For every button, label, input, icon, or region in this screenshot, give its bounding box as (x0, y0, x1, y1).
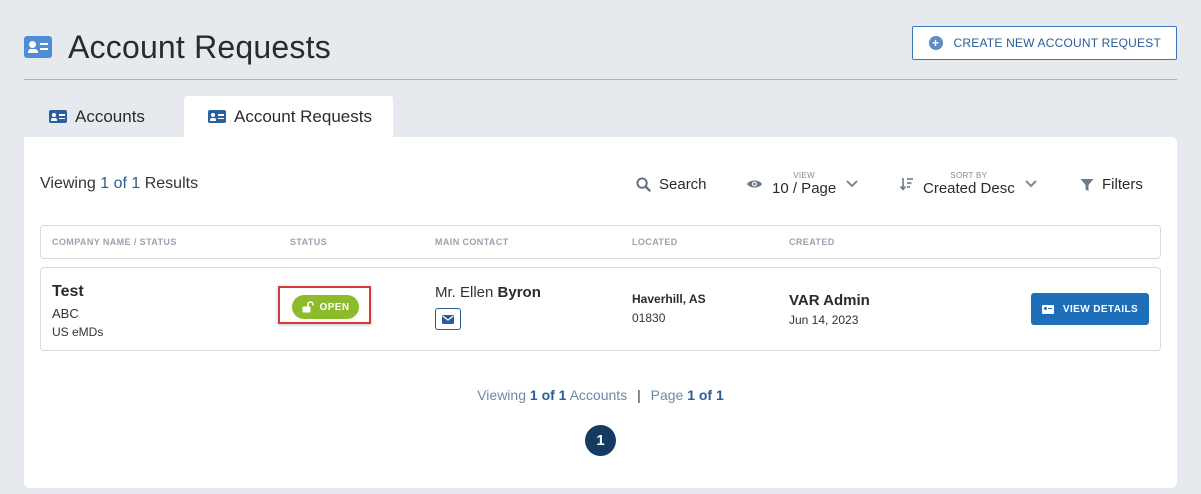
table-row: Test ABC US eMDs OPEN Mr. Ellen Byron Ha… (40, 267, 1161, 351)
sort-value: Created Desc (923, 180, 1015, 197)
column-header-status: STATUS (290, 237, 328, 247)
location-zip: 01830 (632, 311, 666, 325)
create-account-request-button[interactable]: + CREATE NEW ACCOUNT REQUEST (911, 26, 1177, 60)
pagination-summary: Viewing 1 of 1 Accounts | Page 1 of 1 (24, 387, 1177, 403)
chevron-down-icon (1025, 180, 1037, 188)
chevron-down-icon (846, 180, 858, 188)
column-header-created: CREATED (789, 237, 835, 247)
search-label: Search (659, 176, 707, 193)
created-by: VAR Admin (789, 292, 870, 309)
created-date: Jun 14, 2023 (789, 313, 859, 327)
status-badge[interactable]: OPEN (292, 295, 359, 319)
footer-separator: | (637, 387, 641, 403)
page-title: Account Requests (68, 28, 331, 65)
footer-accounts: Accounts (569, 387, 628, 403)
results-count: Viewing 1 of 1 Results (40, 175, 198, 193)
filter-icon (1080, 178, 1094, 191)
view-small-label: VIEW (793, 171, 815, 180)
sort-by-dropdown[interactable]: SORT BY Created Desc (900, 171, 1037, 197)
sort-small-label: SORT BY (950, 171, 988, 180)
plus-circle-icon: + (928, 36, 943, 50)
location-city: Haverhill, AS (632, 292, 706, 306)
search-button[interactable]: Search (636, 176, 707, 193)
status-label: OPEN (319, 301, 350, 313)
footer-page-range: 1 of 1 (687, 387, 724, 403)
column-header-main-contact: MAIN CONTACT (435, 237, 509, 247)
contact-card-icon (1041, 304, 1054, 314)
contact-first: Mr. Ellen (435, 284, 494, 301)
view-details-button[interactable]: VIEW DETAILS (1031, 293, 1149, 325)
company-code: ABC (52, 306, 79, 321)
contact-last: Byron (497, 284, 541, 301)
tab-label: Accounts (75, 106, 145, 126)
sort-desc-icon (900, 178, 913, 191)
footer-range: 1 of 1 (529, 387, 567, 403)
results-of: of (113, 175, 127, 192)
view-per-page-dropdown[interactable]: VIEW 10 / Page (746, 171, 858, 197)
filters-button[interactable]: Filters (1080, 176, 1143, 193)
company-name: Test (52, 283, 84, 300)
tab-account-requests[interactable]: Account Requests (184, 96, 393, 137)
view-value: 10 / Page (772, 180, 837, 197)
column-header-located: LOCATED (632, 237, 678, 247)
results-total: 1 (131, 175, 141, 192)
eye-icon (746, 180, 763, 188)
search-icon (636, 177, 651, 192)
tab-label: Account Requests (234, 106, 372, 126)
footer-viewing: Viewing (477, 387, 526, 403)
main-contact-name: Mr. Ellen Byron (435, 284, 541, 301)
table-header: COMPANY NAME / STATUS STATUS MAIN CONTAC… (40, 225, 1161, 259)
unlock-icon (302, 301, 314, 313)
create-button-label: CREATE NEW ACCOUNT REQUEST (953, 36, 1161, 50)
footer-page-word: Page (650, 387, 684, 403)
filters-label: Filters (1102, 176, 1143, 193)
envelope-icon (442, 314, 454, 324)
results-panel: Viewing 1 of 1 Results Search VIEW 10 / … (24, 137, 1177, 488)
company-group: US eMDs (52, 325, 104, 339)
email-contact-button[interactable] (435, 308, 461, 330)
contact-card-icon (24, 36, 52, 58)
results-suffix: Results (144, 175, 199, 192)
results-current: 1 (100, 175, 110, 192)
view-details-label: VIEW DETAILS (1062, 303, 1139, 315)
results-prefix: Viewing (40, 175, 96, 192)
tab-accounts[interactable]: Accounts (24, 96, 184, 137)
column-header-company: COMPANY NAME / STATUS (52, 237, 177, 247)
page-header: Account Requests + CREATE NEW ACCOUNT RE… (24, 26, 1177, 68)
status-highlight-box: OPEN (278, 286, 371, 324)
header-divider (24, 79, 1177, 80)
contact-card-icon (208, 110, 226, 123)
page-1-button[interactable]: 1 (585, 425, 616, 456)
contact-card-icon (49, 110, 67, 123)
